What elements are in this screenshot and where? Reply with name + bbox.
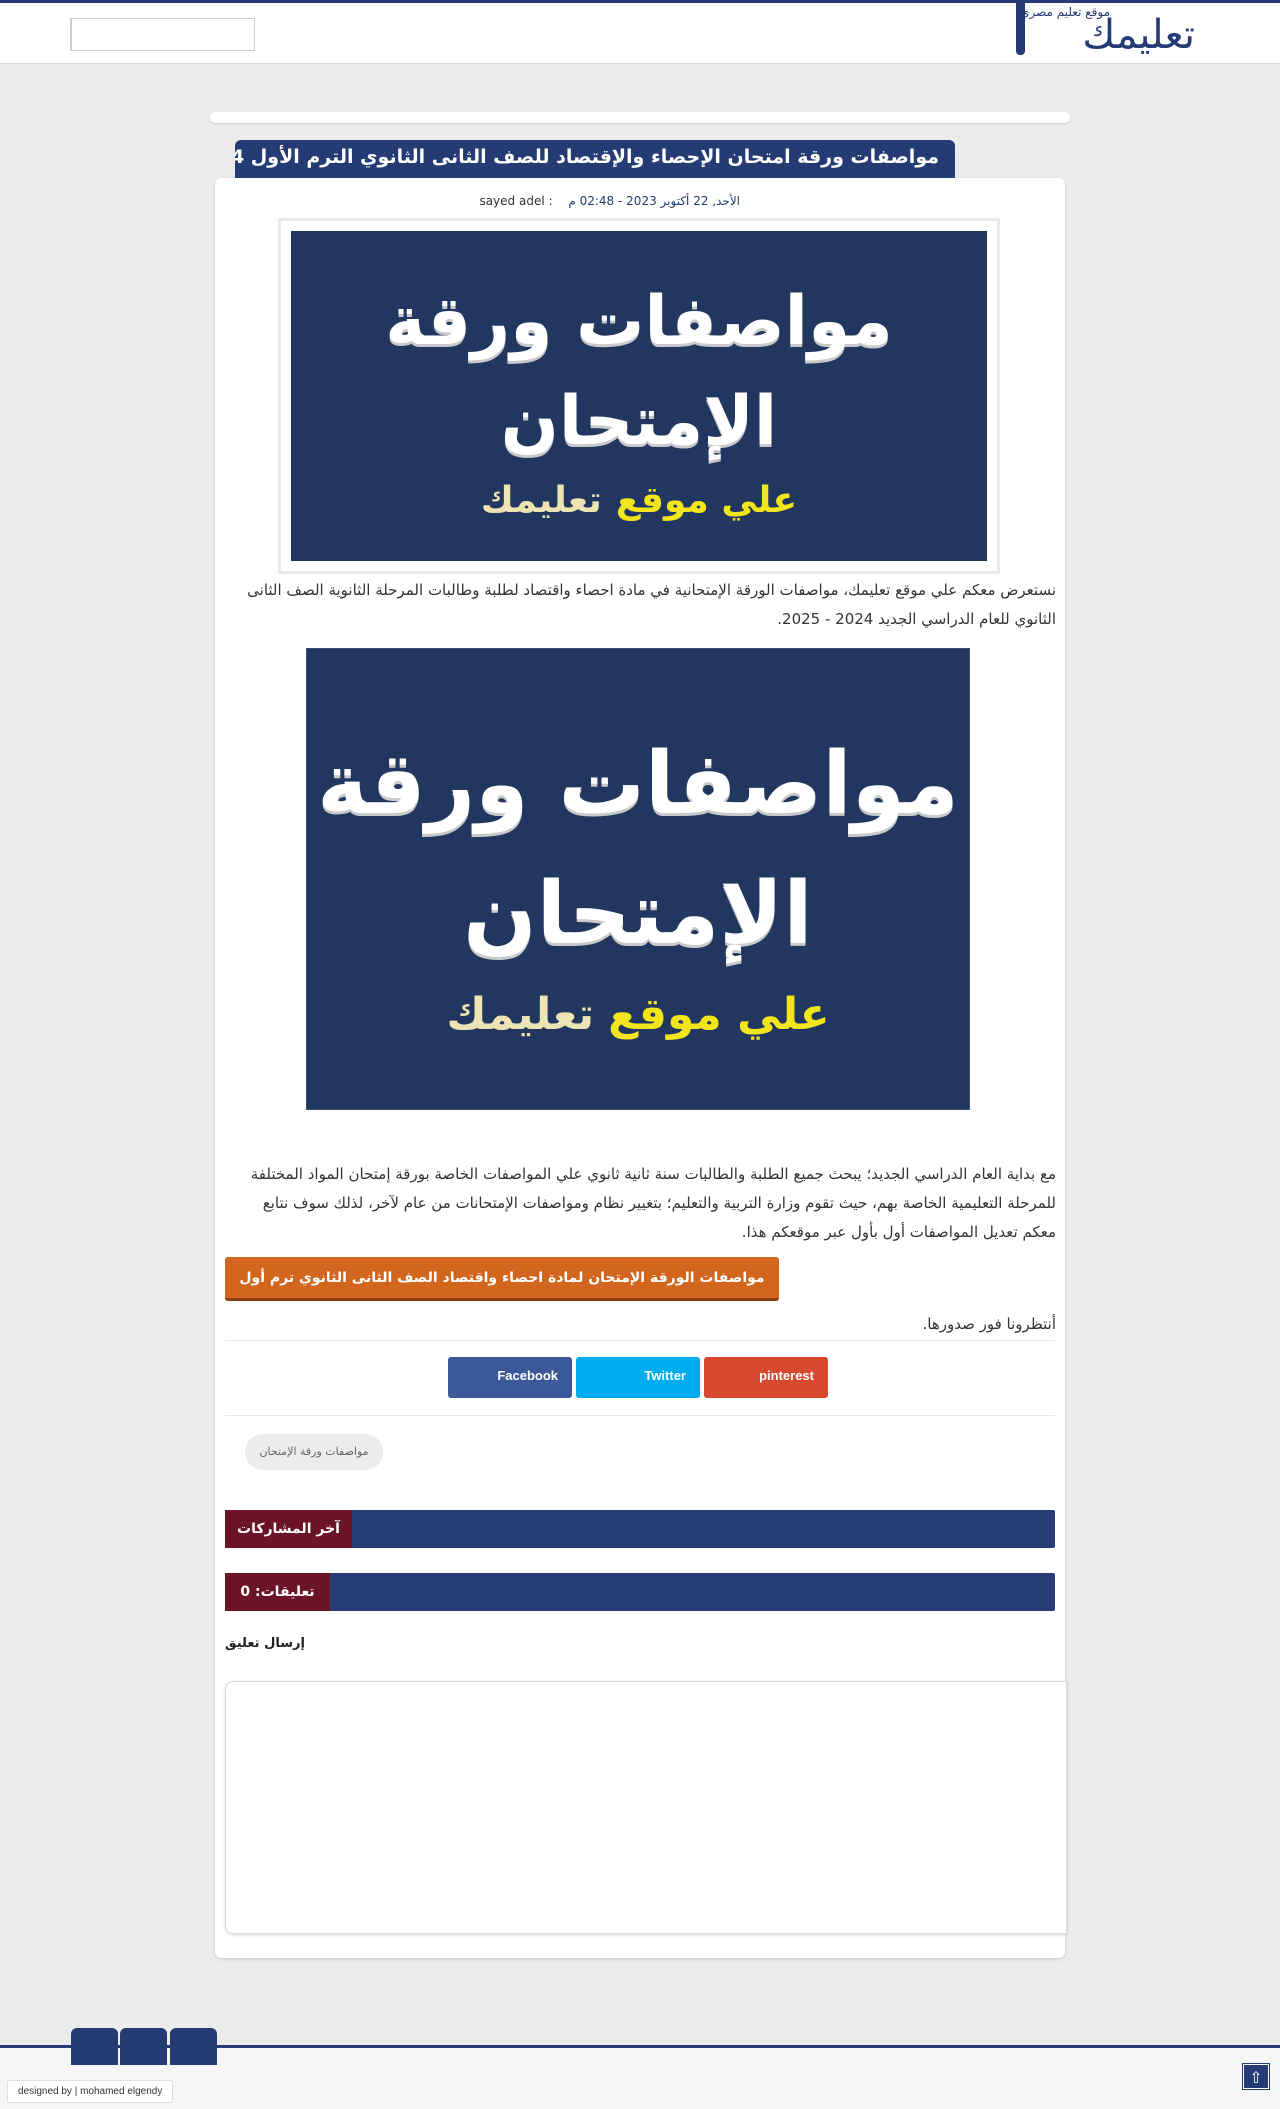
logo-text: تعليمك bbox=[1082, 12, 1195, 58]
banner-cream-text: تعليمك bbox=[480, 479, 602, 521]
top-divider-bar bbox=[210, 112, 1070, 123]
scroll-to-top-icon[interactable]: ⇧ bbox=[1242, 2063, 1270, 2090]
banner-line-3: علي موقع تعليمك bbox=[481, 480, 797, 521]
twitter-share-button[interactable]: Twitter bbox=[576, 1357, 700, 1398]
latest-posts-label: آخر المشاركات bbox=[225, 1510, 352, 1548]
article-title: مواصفات ورقة امتحان الإحصاء والإقتصاد لل… bbox=[235, 140, 955, 178]
top-header: موقع تعليم مصري تعليمك bbox=[0, 0, 1280, 64]
banner-line-3: علي موقع تعليمك bbox=[446, 989, 829, 1040]
facebook-share-button[interactable]: Facebook bbox=[448, 1357, 572, 1398]
banner-cream-text: تعليمك bbox=[446, 988, 595, 1040]
footer-tab-button[interactable] bbox=[71, 2028, 118, 2065]
tag-link[interactable]: مواصفات ورقة الإمتحان bbox=[245, 1434, 383, 1470]
banner-line-1: مواصفات ورقة bbox=[317, 733, 959, 834]
search-input[interactable] bbox=[72, 19, 254, 50]
post-author: : sayed adel bbox=[479, 194, 553, 208]
banner-line-1: مواصفات ورقة bbox=[385, 281, 893, 361]
footer-tab-button[interactable] bbox=[170, 2028, 217, 2065]
divider bbox=[225, 1415, 1055, 1416]
post-comment-label: إرسال تعليق bbox=[225, 1636, 305, 1651]
intro-paragraph: نستعرض معكم علي موقع تعليمك، مواصفات الو… bbox=[247, 581, 1056, 628]
banner-line-2: الإمتحان bbox=[463, 863, 813, 964]
banner-line-2: الإمتحان bbox=[500, 381, 778, 461]
banner-yellow-text: علي موقع bbox=[608, 988, 830, 1040]
pinterest-share-button[interactable]: pinterest bbox=[704, 1357, 828, 1398]
comment-input[interactable] bbox=[225, 1681, 1067, 1934]
featured-image-frame: مواصفات ورقة الإمتحان علي موقع تعليمك bbox=[278, 218, 1000, 574]
footer-tab-button[interactable] bbox=[120, 2028, 167, 2065]
featured-image: مواصفات ورقة الإمتحان علي موقع تعليمك bbox=[291, 231, 987, 561]
banner-yellow-text: علي موقع bbox=[615, 479, 798, 521]
closing-paragraph: أنتظرونا فور صدورها. bbox=[922, 1315, 1056, 1333]
search-box bbox=[70, 18, 255, 51]
comments-header: تعليقات: 0 bbox=[225, 1573, 1055, 1611]
article-meta: الأحد, 22 أكتوبر 2023 - 02:48 م : sayed … bbox=[240, 194, 740, 214]
latest-posts-header: آخر المشاركات bbox=[225, 1510, 1055, 1548]
comments-count-label: تعليقات: 0 bbox=[225, 1573, 330, 1611]
body-paragraph: مع بداية العام الدراسي الجديد؛ يبحث جميع… bbox=[250, 1165, 1056, 1241]
divider bbox=[225, 1340, 1055, 1341]
article-image: مواصفات ورقة الإمتحان علي موقع تعليمك bbox=[306, 648, 970, 1110]
site-logo[interactable]: موقع تعليم مصري تعليمك bbox=[1015, 3, 1195, 58]
post-date: الأحد, 22 أكتوبر 2023 - 02:48 م bbox=[568, 194, 740, 208]
designer-credit: designed by | mohamed elgendy bbox=[7, 2080, 174, 2103]
exam-specs-link-button[interactable]: مواصفات الورقة الإمتحان لمادة احصاء واقت… bbox=[225, 1257, 779, 1301]
